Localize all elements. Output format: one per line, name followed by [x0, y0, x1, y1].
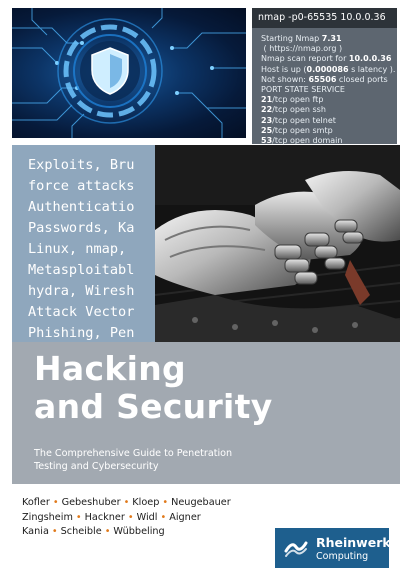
author-separator: • — [162, 497, 169, 508]
author-name: Zingsheim — [22, 511, 73, 523]
author-list: Kofler • Gebeshuber • Kloep • Neugebauer Zings… — [22, 496, 231, 540]
keyword-code-panel: Exploits, Bru force attacks Authenticati… — [12, 145, 155, 342]
author-row: Kofler • Gebeshuber • Kloep • Neugebauer — [22, 496, 231, 511]
publisher-name: Rheinwerk — [316, 535, 391, 550]
armor-gauntlet-photo — [155, 145, 400, 342]
author-row: Kania • Scheible • Wübbeling — [22, 525, 231, 540]
author-separator: • — [51, 526, 58, 537]
author-name: Neugebauer — [171, 497, 231, 508]
armor-illustration — [155, 145, 400, 342]
terminal-line: ( https://nmap.org ) — [263, 44, 343, 54]
keyword-line: Phishing, Pen — [28, 325, 135, 341]
shield-circuit-graphic — [12, 8, 246, 138]
keyword-line: Metasploitabl — [28, 262, 135, 278]
nmap-terminal-panel: nmap -p0-65535 10.0.0.36 Starting Nmap 7… — [252, 8, 397, 146]
keyword-lines: Exploits, Bru force attacks Authenticati… — [28, 155, 134, 342]
publisher-imprint: Computing — [316, 551, 369, 562]
author-name: Gebeshuber — [61, 497, 121, 508]
terminal-command: nmap -p0-65535 10.0.0.36 — [252, 8, 397, 28]
keyword-line: hydra, Wiresh — [28, 283, 135, 299]
author-separator: • — [160, 511, 167, 523]
title-band: Hacking and Security The Comprehensive G… — [12, 342, 400, 484]
book-subtitle: The Comprehensive Guide to Penetration T… — [34, 448, 294, 473]
book-cover: nmap -p0-65535 10.0.0.36 Starting Nmap 7… — [0, 0, 400, 573]
author-name: Kania — [22, 526, 49, 537]
author-separator: • — [127, 511, 134, 523]
terminal-line: Nmap scan report for 10.0.0.36 — [261, 54, 392, 64]
author-row: Zingsheim • Hackner • Widl • Aigner — [22, 511, 231, 526]
keyword-line: Linux, nmap, — [28, 241, 127, 257]
cyber-shield-artwork — [12, 8, 246, 138]
book-subtitle-line: The Comprehensive Guide to Penetration — [34, 448, 233, 459]
author-name: Scheible — [60, 526, 102, 537]
terminal-line: 21/tcp open ftp — [261, 95, 324, 105]
author-separator: • — [52, 497, 59, 508]
terminal-line: Not shown: 65506 closed ports — [261, 74, 388, 84]
terminal-line: Starting Nmap 7.31 — [261, 34, 342, 43]
keyword-line: Passwords, Ka — [28, 220, 135, 236]
book-title-line: Hacking — [34, 349, 186, 388]
author-name: Wübbeling — [113, 526, 165, 537]
author-separator: • — [123, 497, 130, 508]
publisher-badge: Rheinwerk Computing — [275, 528, 391, 568]
keyword-line: Authenticatio — [28, 199, 135, 215]
book-title: Hacking and Security — [34, 350, 273, 426]
terminal-output: Starting Nmap 7.31 ( https://nmap.org ) … — [261, 34, 395, 146]
keyword-line: Exploits, Bru — [28, 157, 135, 173]
author-name: Kofler — [22, 497, 50, 508]
keyword-line: Attack Vector — [28, 304, 135, 320]
terminal-line: 25/tcp open smtp — [261, 125, 333, 135]
author-name: Hackner — [84, 511, 125, 523]
terminal-line: Host is up (0.000086 s latency ). — [261, 64, 396, 74]
terminal-line: PORT STATE SERVICE — [261, 85, 345, 95]
author-name: Aigner — [169, 511, 201, 523]
book-subtitle-line: Testing and Cybersecurity — [34, 460, 159, 472]
author-separator: • — [104, 526, 111, 537]
terminal-line: 22/tcp open ssh — [261, 105, 326, 115]
keyword-line: force attacks — [28, 178, 135, 194]
rheinwerk-logo-icon — [284, 541, 308, 557]
author-name: Widl — [136, 511, 158, 523]
terminal-line: 23/tcp open telnet — [261, 115, 336, 125]
author-separator: • — [75, 511, 82, 523]
book-title-line: and Security — [34, 387, 273, 426]
author-name: Kloep — [132, 497, 160, 508]
